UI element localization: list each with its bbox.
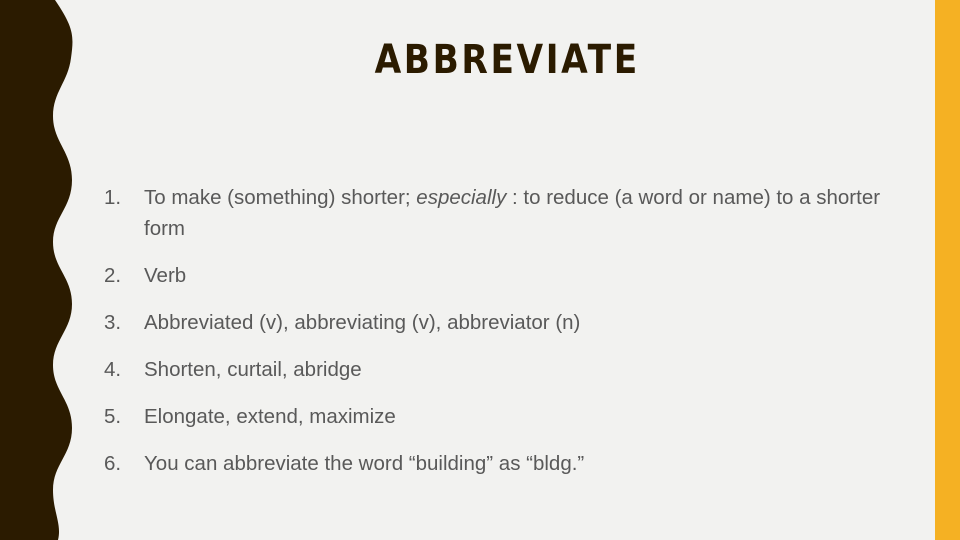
title-container: ABBREVIATE — [80, 36, 935, 84]
definitions-list: To make (something) shorter; especially … — [104, 182, 894, 479]
list-item-text: Shorten, curtail, abridge — [144, 358, 362, 381]
list-item-text-pre: To make (something) shorter; — [144, 186, 417, 209]
list-item: Verb — [104, 260, 894, 291]
list-item: You can abbreviate the word “building” a… — [104, 448, 894, 479]
definitions-container: To make (something) shorter; especially … — [104, 182, 894, 479]
list-item-text: To make (something) shorter; especially … — [144, 182, 894, 244]
list-item-text: Abbreviated (v), abbreviating (v), abbre… — [144, 311, 581, 334]
list-item-text: You can abbreviate the word “building” a… — [144, 452, 585, 475]
left-wavy-band-decoration — [0, 0, 73, 540]
list-item-text-emphasis: especially — [416, 186, 507, 209]
list-item: Abbreviated (v), abbreviating (v), abbre… — [104, 307, 894, 338]
list-item-text: Verb — [144, 264, 187, 287]
list-item: To make (something) shorter; especially … — [104, 182, 894, 244]
page-title: ABBREVIATE — [374, 37, 641, 83]
list-item: Shorten, curtail, abridge — [104, 354, 894, 385]
slide-canvas: ABBREVIATE To make (something) shorter; … — [0, 0, 960, 540]
right-accent-bar — [935, 0, 960, 540]
list-item: Elongate, extend, maximize — [104, 401, 894, 432]
list-item-text: Elongate, extend, maximize — [144, 405, 396, 428]
